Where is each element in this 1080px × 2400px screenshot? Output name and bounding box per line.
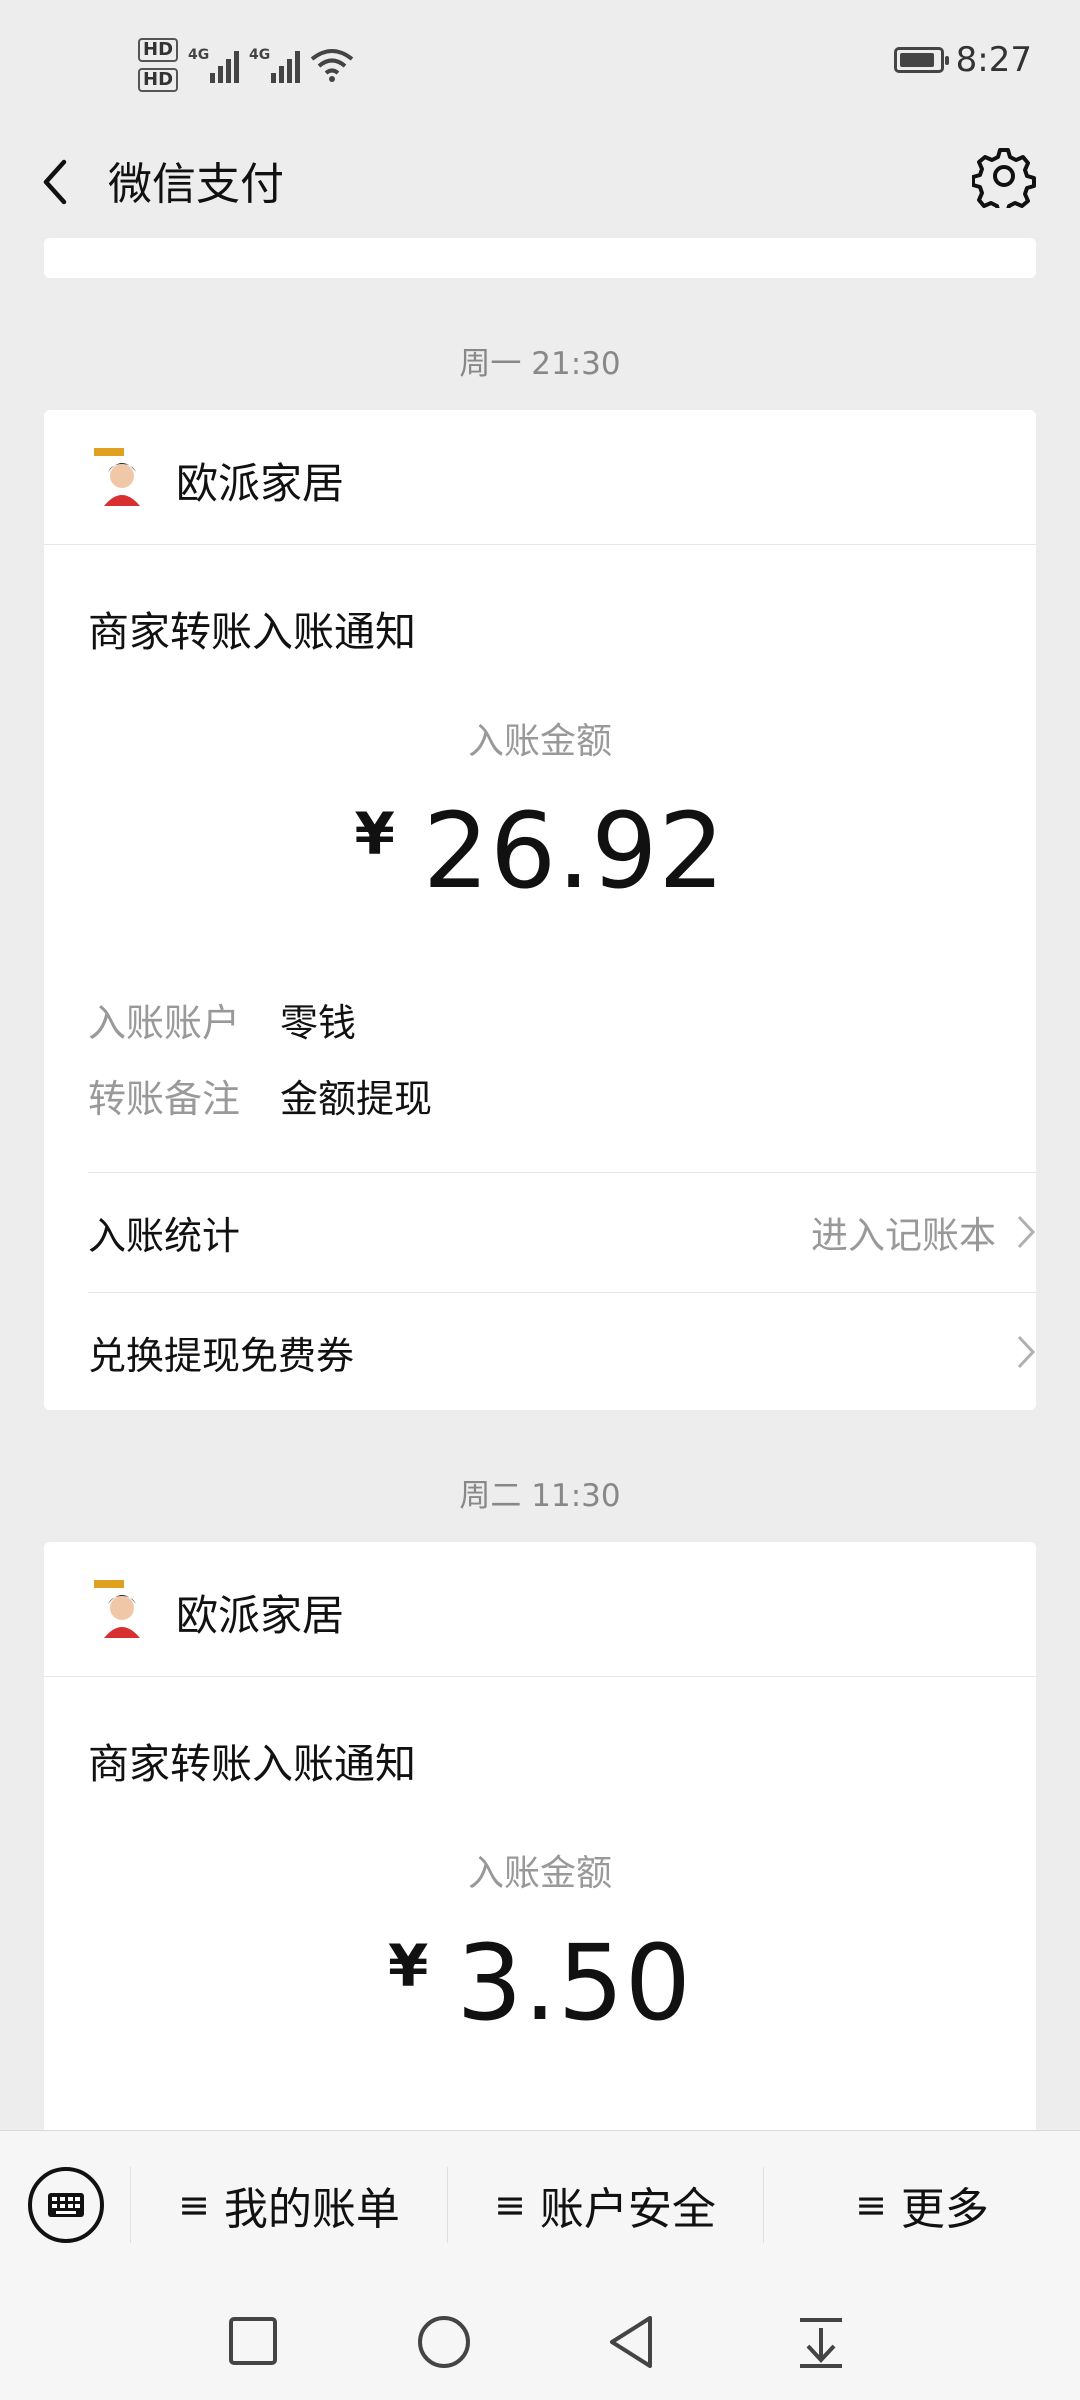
message-timestamp: 周二 11:30 bbox=[459, 1478, 621, 1514]
back-triangle-icon[interactable] bbox=[606, 2314, 656, 2370]
transfer-notice-card[interactable]: 欧派家居 商家转账入账通知 入账金额 ¥26.92 入账账户 零钱 转账备注 金… bbox=[44, 410, 1036, 1410]
coupon-label: 兑换提现免费券 bbox=[88, 1333, 355, 1378]
amount-value: 3.50 bbox=[456, 1922, 692, 2044]
battery-icon bbox=[893, 47, 949, 73]
divider bbox=[88, 1292, 1036, 1293]
clock: 8:27 bbox=[955, 40, 1032, 80]
amount-label: 入账金额 bbox=[467, 721, 612, 762]
back-icon[interactable] bbox=[32, 152, 82, 212]
account-value: 零钱 bbox=[280, 1001, 357, 1045]
message-timestamp: 周一 21:30 bbox=[459, 346, 621, 382]
notice-title: 商家转账入账通知 bbox=[88, 608, 416, 656]
signal-icon-sim1: 4G bbox=[188, 47, 240, 83]
divider bbox=[88, 1172, 1036, 1173]
menu-label: 我的账单 bbox=[223, 2184, 400, 2235]
amount-label: 入账金额 bbox=[467, 1853, 612, 1894]
merchant-logo bbox=[92, 1578, 152, 1638]
hd-badge-sim1: HD bbox=[138, 38, 179, 62]
menu-list-icon: ≡ bbox=[855, 2183, 887, 2227]
currency-symbol: ¥ bbox=[354, 800, 395, 868]
status-bar: HD HD 4G 4G 8:27 bbox=[0, 0, 1080, 130]
bottom-menu: ≡ 我的账单 ≡ 账户安全 ≡ 更多 bbox=[0, 2130, 1080, 2279]
battery-level-fill bbox=[899, 53, 934, 67]
gear-icon[interactable] bbox=[972, 144, 1036, 208]
income-stats-row[interactable]: 入账统计 进入记账本 bbox=[88, 1174, 1036, 1290]
menu-list-icon: ≡ bbox=[494, 2183, 526, 2227]
merchant-name: 欧派家居 bbox=[176, 1591, 345, 1640]
status-icons-left: HD HD 4G 4G bbox=[138, 30, 354, 100]
wifi-icon bbox=[310, 49, 354, 82]
remark-value: 金额提现 bbox=[280, 1077, 433, 1121]
coupon-row[interactable]: 兑换提现免费券 bbox=[88, 1294, 1036, 1410]
remark-label: 转账备注 bbox=[88, 1077, 241, 1121]
menu-label: 账户安全 bbox=[539, 2184, 716, 2235]
recents-square-icon[interactable] bbox=[228, 2316, 278, 2366]
merchant-header[interactable]: 欧派家居 bbox=[44, 1542, 1036, 1677]
nav-bar: 微信支付 bbox=[0, 130, 1080, 230]
menu-account-security[interactable]: ≡ 账户安全 bbox=[448, 2131, 762, 2279]
notice-title: 商家转账入账通知 bbox=[88, 1740, 416, 1788]
transfer-notice-card[interactable]: 欧派家居 商家转账入账通知 入账金额 ¥3.50 bbox=[44, 1542, 1036, 2142]
menu-label: 更多 bbox=[900, 2184, 989, 2235]
page-title: 微信支付 bbox=[108, 159, 284, 210]
amount-display: ¥26.92 bbox=[44, 790, 1036, 912]
status-icons-right: 8:27 bbox=[893, 40, 1032, 80]
merchant-name: 欧派家居 bbox=[176, 459, 345, 508]
menu-list-icon: ≡ bbox=[178, 2183, 210, 2227]
chevron-right-icon bbox=[1017, 1215, 1036, 1249]
keyboard-icon[interactable] bbox=[28, 2167, 104, 2243]
hd-badge-sim2: HD bbox=[138, 68, 179, 92]
network-type-label: 4G bbox=[188, 47, 210, 63]
amount-display: ¥3.50 bbox=[44, 1922, 1036, 2044]
account-label: 入账账户 bbox=[88, 1001, 241, 1045]
currency-symbol: ¥ bbox=[388, 1932, 429, 2000]
merchant-header[interactable]: 欧派家居 bbox=[44, 410, 1036, 545]
signal-icon-sim2: 4G bbox=[249, 47, 301, 83]
system-navigation-bar bbox=[0, 2278, 1080, 2400]
notification-pulldown-icon[interactable] bbox=[796, 2314, 846, 2370]
menu-more[interactable]: ≡ 更多 bbox=[764, 2131, 1080, 2279]
menu-separator bbox=[130, 2167, 131, 2243]
network-type-label: 4G bbox=[249, 47, 271, 63]
income-stats-label: 入账统计 bbox=[88, 1213, 241, 1258]
previous-message-card bbox=[44, 238, 1036, 278]
ledger-link-label: 进入记账本 bbox=[811, 1214, 996, 1257]
ledger-link: 进入记账本 bbox=[811, 1205, 1036, 1259]
home-circle-icon[interactable] bbox=[416, 2314, 472, 2370]
chevron-right-icon bbox=[1017, 1335, 1036, 1369]
merchant-logo bbox=[92, 446, 152, 506]
amount-value: 26.92 bbox=[422, 790, 726, 912]
menu-my-bills[interactable]: ≡ 我的账单 bbox=[132, 2131, 446, 2279]
